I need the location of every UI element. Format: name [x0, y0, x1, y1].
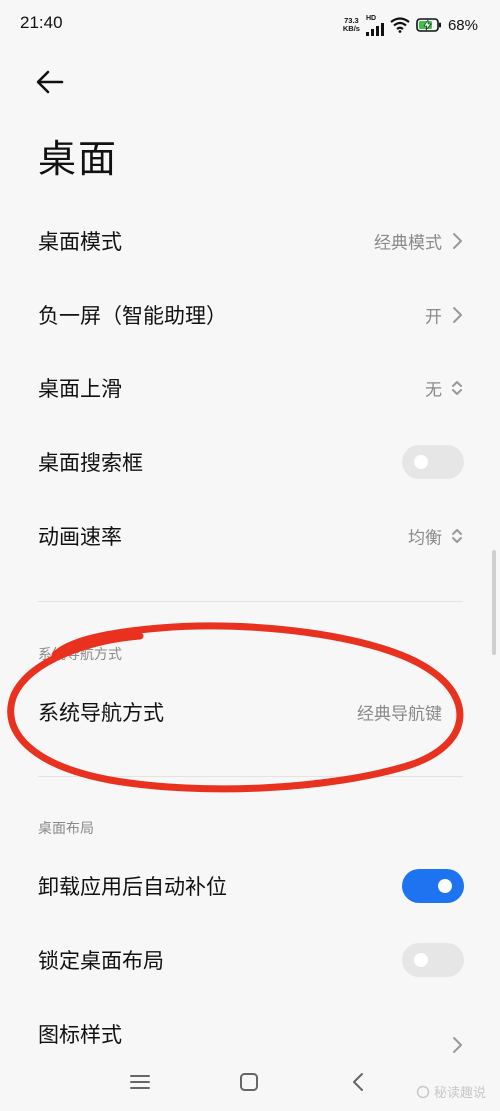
setting-minus-one-screen[interactable]: 负一屏（智能助理） 开	[0, 278, 500, 352]
battery-charging-icon	[416, 18, 441, 32]
toggle-knob	[414, 455, 428, 469]
setting-value: 开	[425, 307, 442, 328]
watermark-text: 秘读趣说	[433, 1086, 486, 1101]
home-icon[interactable]	[235, 1068, 263, 1096]
status-icons: 73.3 KB/s HD 68%	[343, 12, 478, 38]
divider	[38, 601, 463, 602]
divider	[38, 776, 463, 777]
setting-label: 桌面上滑	[38, 377, 122, 401]
setting-value: 经典导航键	[357, 704, 442, 725]
setting-label: 动画速率	[38, 525, 122, 549]
menu-icon[interactable]	[126, 1068, 154, 1096]
search-box-toggle[interactable]	[402, 445, 464, 479]
chevron-updown-icon	[452, 381, 462, 395]
setting-swipe-up[interactable]: 桌面上滑 无	[0, 351, 500, 425]
status-bar: 21:40 73.3 KB/s HD 68%	[0, 0, 500, 50]
back-arrow-icon[interactable]	[32, 64, 68, 100]
page-title: 桌面	[38, 137, 119, 181]
auto-fill-toggle[interactable]	[402, 869, 464, 903]
chevron-updown-icon	[452, 529, 462, 543]
setting-auto-fill[interactable]: 卸载应用后自动补位	[0, 849, 500, 923]
setting-label: 负一屏（智能助理）	[38, 304, 227, 328]
setting-label: 锁定桌面布局	[38, 949, 164, 973]
setting-lock-layout[interactable]: 锁定桌面布局	[0, 923, 500, 997]
watermark: 秘读趣说	[416, 1082, 486, 1101]
setting-label: 桌面模式	[38, 230, 122, 254]
setting-animation-speed[interactable]: 动画速率 均衡	[0, 499, 500, 573]
setting-value: 经典模式	[374, 233, 442, 254]
setting-value: 均衡	[408, 528, 442, 549]
back-nav-icon[interactable]	[345, 1068, 373, 1096]
setting-desktop-mode[interactable]: 桌面模式 经典模式	[0, 204, 500, 278]
lock-layout-toggle[interactable]	[402, 943, 464, 977]
chevron-right-icon	[453, 233, 462, 249]
setting-value: 无	[425, 380, 442, 401]
signal-icon	[365, 22, 384, 36]
network-type: HD	[365, 14, 377, 22]
chevron-right-icon	[453, 307, 462, 323]
scrollbar[interactable]	[492, 550, 496, 655]
setting-label: 卸载应用后自动补位	[38, 875, 227, 899]
setting-label: 系统导航方式	[38, 701, 164, 725]
toggle-knob	[414, 953, 428, 967]
network-speed: 73.3 KB/s	[343, 17, 360, 33]
setting-search-box[interactable]: 桌面搜索框	[0, 425, 500, 499]
setting-label: 图标样式	[38, 1023, 122, 1047]
setting-system-navigation[interactable]: 系统导航方式 经典导航键	[0, 675, 500, 749]
status-time: 21:40	[20, 13, 63, 32]
setting-label: 桌面搜索框	[38, 451, 143, 475]
watermark-logo-icon	[416, 1085, 430, 1098]
battery-percent: 68%	[447, 16, 478, 34]
toggle-knob	[438, 879, 452, 893]
wifi-icon	[390, 17, 410, 33]
system-nav-bar	[0, 1050, 500, 1111]
section-header-layout: 桌面布局	[38, 821, 94, 837]
section-header-navigation: 系统导航方式	[38, 647, 122, 663]
network-speed-unit: KB/s	[342, 24, 360, 33]
